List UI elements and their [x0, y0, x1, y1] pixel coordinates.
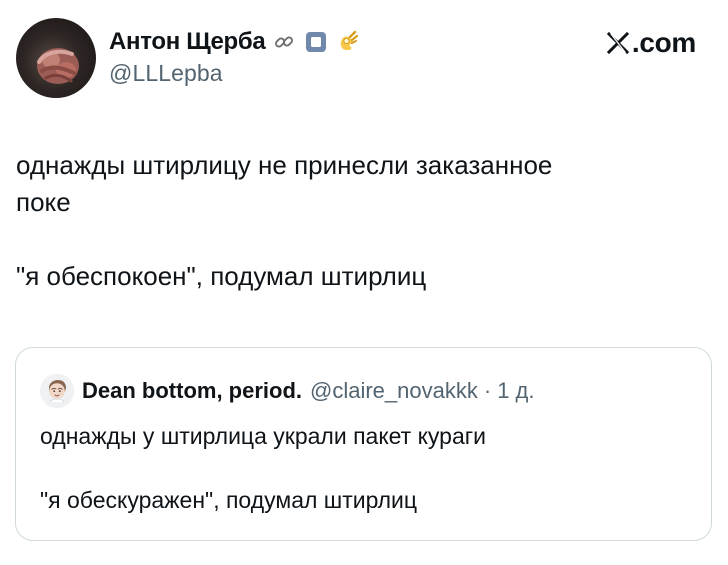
author-name-row: Антон Щерба [109, 28, 529, 56]
tweet-line-1: однажды штирлицу не принесли заказанное [16, 150, 553, 180]
tweet-spacer [16, 221, 706, 258]
link-icon [271, 29, 297, 55]
brand-domain: .com [631, 27, 696, 58]
quoted-tweet-header: Dean bottom, period. @claire_novakkk · 1… [40, 374, 534, 408]
author-handle[interactable]: @LLLepba [109, 60, 529, 87]
tweet-line-3: "я обеспокоен", подумал штирлиц [16, 261, 427, 291]
quoted-tweet[interactable]: Dean bottom, period. @claire_novakkk · 1… [15, 347, 712, 541]
x-logo-icon [606, 31, 630, 55]
quoted-tweet-text: однажды у штирлица украли пакет кураги "… [40, 420, 690, 516]
avatar[interactable] [16, 18, 96, 98]
tweet-text: однажды штирлицу не принесли заказанное … [16, 147, 706, 295]
quoted-spacer [40, 452, 690, 484]
quoted-author-name[interactable]: Dean bottom, period. [82, 378, 302, 404]
brand: .com [606, 27, 696, 58]
quoted-author-handle[interactable]: @claire_novakkk [310, 378, 478, 404]
author-name[interactable]: Антон Щерба [109, 28, 266, 56]
quoted-meta-separator: · [483, 378, 492, 403]
author-block: Антон Щерба @LLLepba [109, 28, 529, 92]
tweet-header: Антон Щерба @LLLepba .com [16, 18, 696, 102]
quoted-line-2: "я обескуражен", подумал штирлиц [40, 487, 418, 513]
quoted-timestamp[interactable]: 1 д. [497, 378, 534, 404]
quoted-avatar[interactable] [40, 374, 74, 408]
square-stop-icon [303, 29, 329, 55]
tweet-line-2: поке [16, 187, 71, 217]
ok-hand-icon [335, 29, 361, 55]
quoted-line-1: однажды у штирлица украли пакет кураги [40, 423, 486, 449]
